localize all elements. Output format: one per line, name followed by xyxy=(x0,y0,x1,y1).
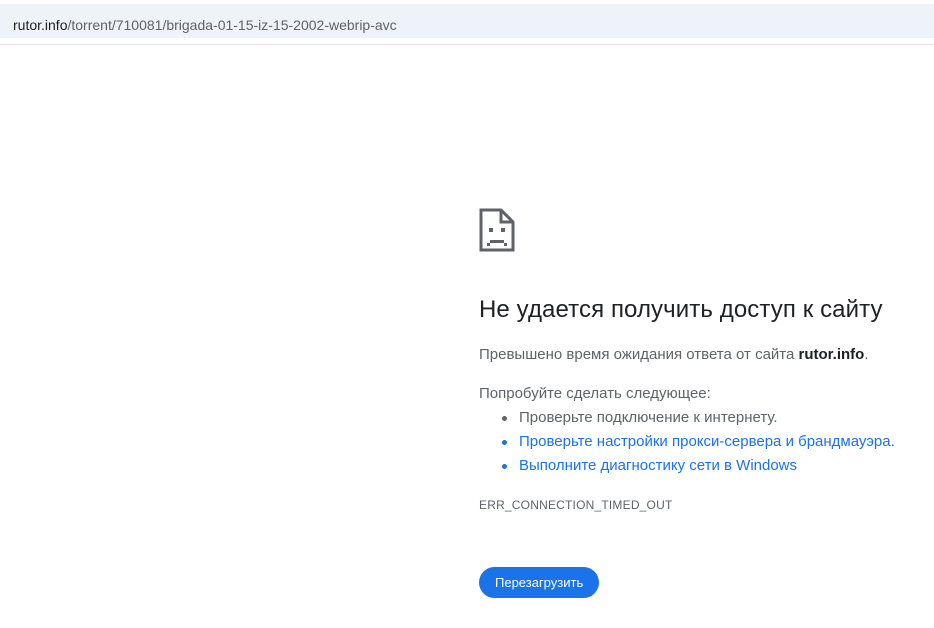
suggestions-list: Проверьте подключение к интернету. Прове… xyxy=(479,406,895,478)
error-summary: Превышено время ожидания ответа от сайта… xyxy=(479,346,869,363)
url-host: rutor.info xyxy=(13,17,68,33)
suggestion-check-connection: Проверьте подключение к интернету. xyxy=(479,406,895,430)
address-bar-url[interactable]: rutor.info/torrent/710081/brigada-01-15-… xyxy=(13,17,397,33)
error-code: ERR_CONNECTION_TIMED_OUT xyxy=(479,498,673,512)
summary-suffix: . xyxy=(864,346,869,363)
summary-prefix: Превышено время ожидания ответа от сайта xyxy=(479,346,799,363)
suggestion-check-proxy-link[interactable]: Проверьте настройки прокси-сервера и бра… xyxy=(479,430,895,454)
reload-button[interactable]: Перезагрузить xyxy=(479,567,600,598)
sad-page-icon xyxy=(479,208,515,252)
suggestions-heading: Попробуйте сделать следующее: xyxy=(479,385,711,402)
address-bar[interactable]: rutor.info/torrent/710081/brigada-01-15-… xyxy=(0,4,934,38)
summary-host: rutor.info xyxy=(798,346,865,363)
suggestion-network-diagnostics-link[interactable]: Выполните диагностику сети в Windows xyxy=(479,454,895,478)
url-path: /torrent/710081/brigada-01-15-iz-15-2002… xyxy=(67,17,397,33)
page-title: Не удается получить доступ к сайту xyxy=(479,296,883,323)
toolbar-divider xyxy=(0,44,934,45)
